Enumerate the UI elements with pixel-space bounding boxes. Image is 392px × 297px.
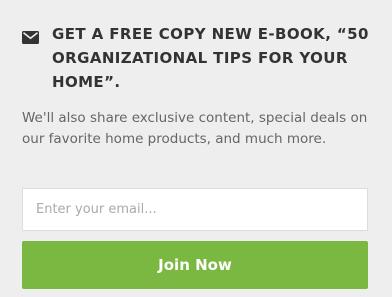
email-input[interactable] — [22, 188, 368, 231]
newsletter-signup-widget: GET A FREE COPY NEW E-BOOK, “50 ORGANIZA… — [0, 0, 392, 297]
ebook-offer-heading: GET A FREE COPY NEW E-BOOK, “50 ORGANIZA… — [22, 22, 374, 94]
heading-text: GET A FREE COPY NEW E-BOOK, “50 ORGANIZA… — [52, 25, 369, 91]
join-now-button[interactable]: Join Now — [22, 241, 368, 289]
envelope-icon — [22, 31, 39, 44]
signup-description: We'll also share exclusive content, spec… — [22, 110, 368, 147]
